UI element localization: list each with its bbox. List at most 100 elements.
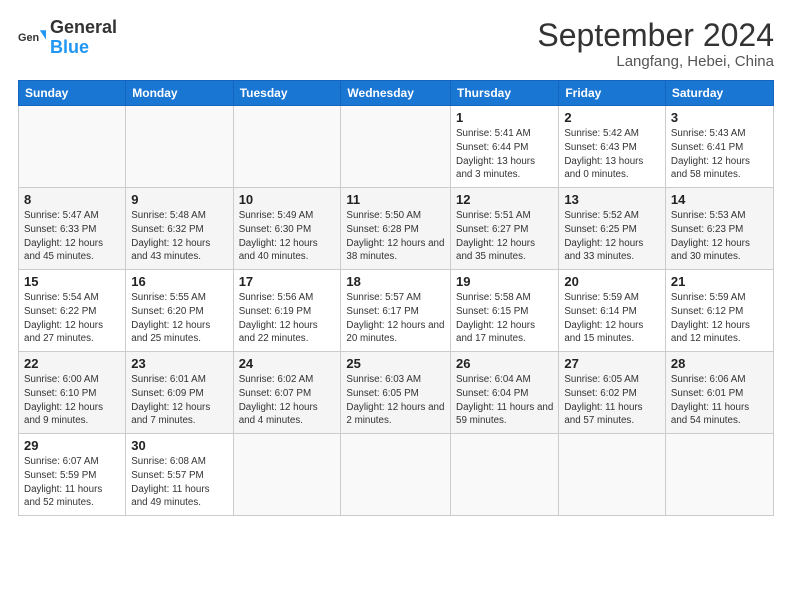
day-info: Sunrise: 5:53 AM Sunset: 6:23 PM Dayligh… (671, 209, 768, 264)
day-info: Sunrise: 5:59 AM Sunset: 6:12 PM Dayligh… (671, 291, 768, 346)
day-info: Sunrise: 5:41 AM Sunset: 6:44 PM Dayligh… (456, 127, 553, 182)
calendar-day: 14 Sunrise: 5:53 AM Sunset: 6:23 PM Dayl… (665, 188, 773, 270)
day-info: Sunrise: 5:55 AM Sunset: 6:20 PM Dayligh… (131, 291, 227, 346)
day-info: Sunrise: 6:01 AM Sunset: 6:09 PM Dayligh… (131, 373, 227, 428)
day-number: 21 (671, 274, 768, 289)
day-info: Sunrise: 5:48 AM Sunset: 6:32 PM Dayligh… (131, 209, 227, 264)
day-header: Wednesday (341, 81, 451, 106)
calendar-day: 13 Sunrise: 5:52 AM Sunset: 6:25 PM Dayl… (559, 188, 666, 270)
calendar-day: 8 Sunrise: 5:47 AM Sunset: 6:33 PM Dayli… (19, 188, 126, 270)
day-number: 10 (239, 192, 336, 207)
calendar-day: 12 Sunrise: 5:51 AM Sunset: 6:27 PM Dayl… (451, 188, 559, 270)
calendar-day: 16 Sunrise: 5:55 AM Sunset: 6:20 PM Dayl… (126, 270, 233, 352)
day-info: Sunrise: 6:03 AM Sunset: 6:05 PM Dayligh… (346, 373, 445, 428)
day-header: Sunday (19, 81, 126, 106)
calendar-page: Gen General Blue September 2024 Langfang… (0, 0, 792, 612)
calendar-empty (341, 106, 451, 188)
day-header: Monday (126, 81, 233, 106)
day-info: Sunrise: 5:50 AM Sunset: 6:28 PM Dayligh… (346, 209, 445, 264)
calendar-empty (19, 106, 126, 188)
day-info: Sunrise: 5:58 AM Sunset: 6:15 PM Dayligh… (456, 291, 553, 346)
day-info: Sunrise: 6:00 AM Sunset: 6:10 PM Dayligh… (24, 373, 120, 428)
calendar-day: 10 Sunrise: 5:49 AM Sunset: 6:30 PM Dayl… (233, 188, 341, 270)
day-header: Saturday (665, 81, 773, 106)
calendar-week: 15 Sunrise: 5:54 AM Sunset: 6:22 PM Dayl… (19, 270, 774, 352)
calendar-week: 8 Sunrise: 5:47 AM Sunset: 6:33 PM Dayli… (19, 188, 774, 270)
calendar-table: SundayMondayTuesdayWednesdayThursdayFrid… (18, 80, 774, 516)
day-number: 29 (24, 438, 120, 453)
day-info: Sunrise: 5:57 AM Sunset: 6:17 PM Dayligh… (346, 291, 445, 346)
day-info: Sunrise: 5:52 AM Sunset: 6:25 PM Dayligh… (564, 209, 660, 264)
calendar-day: 20 Sunrise: 5:59 AM Sunset: 6:14 PM Dayl… (559, 270, 666, 352)
calendar-day: 29 Sunrise: 6:07 AM Sunset: 5:59 PM Dayl… (19, 434, 126, 516)
calendar-empty (126, 106, 233, 188)
day-info: Sunrise: 5:43 AM Sunset: 6:41 PM Dayligh… (671, 127, 768, 182)
day-number: 28 (671, 356, 768, 371)
calendar-week: 1 Sunrise: 5:41 AM Sunset: 6:44 PM Dayli… (19, 106, 774, 188)
day-info: Sunrise: 6:08 AM Sunset: 5:57 PM Dayligh… (131, 455, 227, 510)
calendar-empty (233, 434, 341, 516)
calendar-day: 11 Sunrise: 5:50 AM Sunset: 6:28 PM Dayl… (341, 188, 451, 270)
calendar-empty (451, 434, 559, 516)
month-title: September 2024 (537, 18, 774, 53)
svg-text:Gen: Gen (18, 32, 39, 44)
day-info: Sunrise: 5:49 AM Sunset: 6:30 PM Dayligh… (239, 209, 336, 264)
day-info: Sunrise: 5:56 AM Sunset: 6:19 PM Dayligh… (239, 291, 336, 346)
day-number: 25 (346, 356, 445, 371)
calendar-day: 27 Sunrise: 6:05 AM Sunset: 6:02 PM Dayl… (559, 352, 666, 434)
calendar-empty (341, 434, 451, 516)
calendar-day: 17 Sunrise: 5:56 AM Sunset: 6:19 PM Dayl… (233, 270, 341, 352)
calendar-week: 22 Sunrise: 6:00 AM Sunset: 6:10 PM Dayl… (19, 352, 774, 434)
day-number: 2 (564, 110, 660, 125)
calendar-day: 24 Sunrise: 6:02 AM Sunset: 6:07 PM Dayl… (233, 352, 341, 434)
day-number: 12 (456, 192, 553, 207)
logo-general: General (50, 17, 117, 37)
calendar-empty (665, 434, 773, 516)
calendar-empty (233, 106, 341, 188)
location-subtitle: Langfang, Hebei, China (537, 53, 774, 70)
day-number: 16 (131, 274, 227, 289)
day-header: Friday (559, 81, 666, 106)
calendar-day: 2 Sunrise: 5:42 AM Sunset: 6:43 PM Dayli… (559, 106, 666, 188)
calendar-day: 25 Sunrise: 6:03 AM Sunset: 6:05 PM Dayl… (341, 352, 451, 434)
calendar-empty (559, 434, 666, 516)
day-number: 3 (671, 110, 768, 125)
day-number: 30 (131, 438, 227, 453)
day-number: 19 (456, 274, 553, 289)
calendar-day: 30 Sunrise: 6:08 AM Sunset: 5:57 PM Dayl… (126, 434, 233, 516)
day-number: 1 (456, 110, 553, 125)
day-header: Thursday (451, 81, 559, 106)
day-number: 26 (456, 356, 553, 371)
calendar-day: 19 Sunrise: 5:58 AM Sunset: 6:15 PM Dayl… (451, 270, 559, 352)
day-info: Sunrise: 5:51 AM Sunset: 6:27 PM Dayligh… (456, 209, 553, 264)
calendar-day: 28 Sunrise: 6:06 AM Sunset: 6:01 PM Dayl… (665, 352, 773, 434)
calendar-header: SundayMondayTuesdayWednesdayThursdayFrid… (19, 81, 774, 106)
logo: Gen General Blue (18, 18, 117, 58)
day-number: 11 (346, 192, 445, 207)
day-info: Sunrise: 6:05 AM Sunset: 6:02 PM Dayligh… (564, 373, 660, 428)
day-number: 17 (239, 274, 336, 289)
day-number: 22 (24, 356, 120, 371)
calendar-day: 1 Sunrise: 5:41 AM Sunset: 6:44 PM Dayli… (451, 106, 559, 188)
calendar-week: 29 Sunrise: 6:07 AM Sunset: 5:59 PM Dayl… (19, 434, 774, 516)
day-number: 23 (131, 356, 227, 371)
calendar-day: 23 Sunrise: 6:01 AM Sunset: 6:09 PM Dayl… (126, 352, 233, 434)
day-info: Sunrise: 6:06 AM Sunset: 6:01 PM Dayligh… (671, 373, 768, 428)
day-number: 20 (564, 274, 660, 289)
calendar-day: 21 Sunrise: 5:59 AM Sunset: 6:12 PM Dayl… (665, 270, 773, 352)
day-number: 9 (131, 192, 227, 207)
day-number: 18 (346, 274, 445, 289)
calendar-day: 18 Sunrise: 5:57 AM Sunset: 6:17 PM Dayl… (341, 270, 451, 352)
day-number: 27 (564, 356, 660, 371)
day-number: 8 (24, 192, 120, 207)
day-number: 13 (564, 192, 660, 207)
title-block: September 2024 Langfang, Hebei, China (537, 18, 774, 70)
day-info: Sunrise: 5:59 AM Sunset: 6:14 PM Dayligh… (564, 291, 660, 346)
calendar-day: 22 Sunrise: 6:00 AM Sunset: 6:10 PM Dayl… (19, 352, 126, 434)
day-number: 14 (671, 192, 768, 207)
day-info: Sunrise: 6:07 AM Sunset: 5:59 PM Dayligh… (24, 455, 120, 510)
day-info: Sunrise: 6:04 AM Sunset: 6:04 PM Dayligh… (456, 373, 553, 428)
calendar-day: 3 Sunrise: 5:43 AM Sunset: 6:41 PM Dayli… (665, 106, 773, 188)
day-number: 15 (24, 274, 120, 289)
day-info: Sunrise: 5:42 AM Sunset: 6:43 PM Dayligh… (564, 127, 660, 182)
